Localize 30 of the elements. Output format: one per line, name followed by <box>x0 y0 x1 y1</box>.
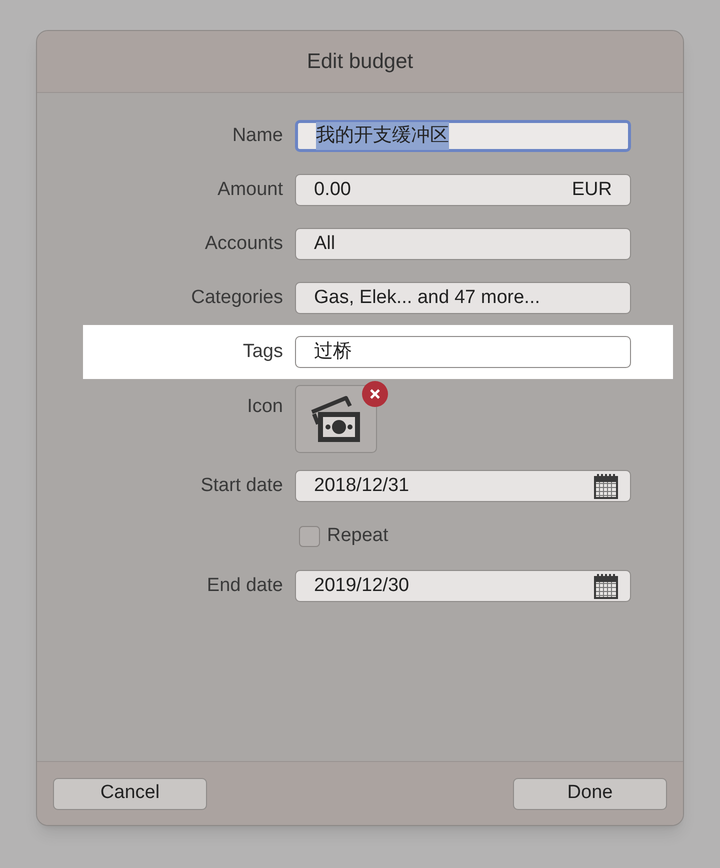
popup-button[interactable]: All <box>295 228 631 260</box>
dialog-title: Edit budget <box>306 48 414 75</box>
date-field[interactable]: 2018/12/31 <box>295 470 631 502</box>
close-icon <box>370 389 380 399</box>
field-label: Amount <box>218 178 283 202</box>
field-value: 我的开支缓冲区 <box>316 122 449 150</box>
field-label: Categories <box>191 286 283 310</box>
amount-field[interactable]: 0.00 EUR <box>295 174 631 206</box>
date-field[interactable]: 2019/12/30 <box>295 570 631 602</box>
text-field[interactable]: 过桥 <box>295 336 631 368</box>
field-label: Tags <box>242 340 283 364</box>
text-field[interactable]: 我的开支缓冲区 <box>295 120 631 152</box>
field-label: Name <box>232 124 283 148</box>
money-icon <box>310 394 362 444</box>
checkbox-label: Repeat <box>327 524 388 548</box>
field-value: 过桥 <box>314 340 352 364</box>
calendar-icon[interactable] <box>594 573 618 599</box>
field-label: End date <box>206 574 283 598</box>
calendar-icon[interactable] <box>594 473 618 499</box>
cancel-button[interactable]: Cancel <box>53 778 207 810</box>
icon-well[interactable] <box>295 385 377 453</box>
checkbox[interactable] <box>299 526 320 546</box>
field-label: Icon <box>247 395 283 419</box>
popup-button[interactable]: Gas, Elek... and 47 more... <box>295 282 631 314</box>
field-label: Start date <box>200 474 283 498</box>
remove-icon-button[interactable] <box>362 381 388 407</box>
field-label: Accounts <box>204 232 283 256</box>
currency-label: EUR <box>572 178 612 202</box>
done-button[interactable]: Done <box>513 778 667 810</box>
field-value: 0.00 <box>314 178 351 202</box>
